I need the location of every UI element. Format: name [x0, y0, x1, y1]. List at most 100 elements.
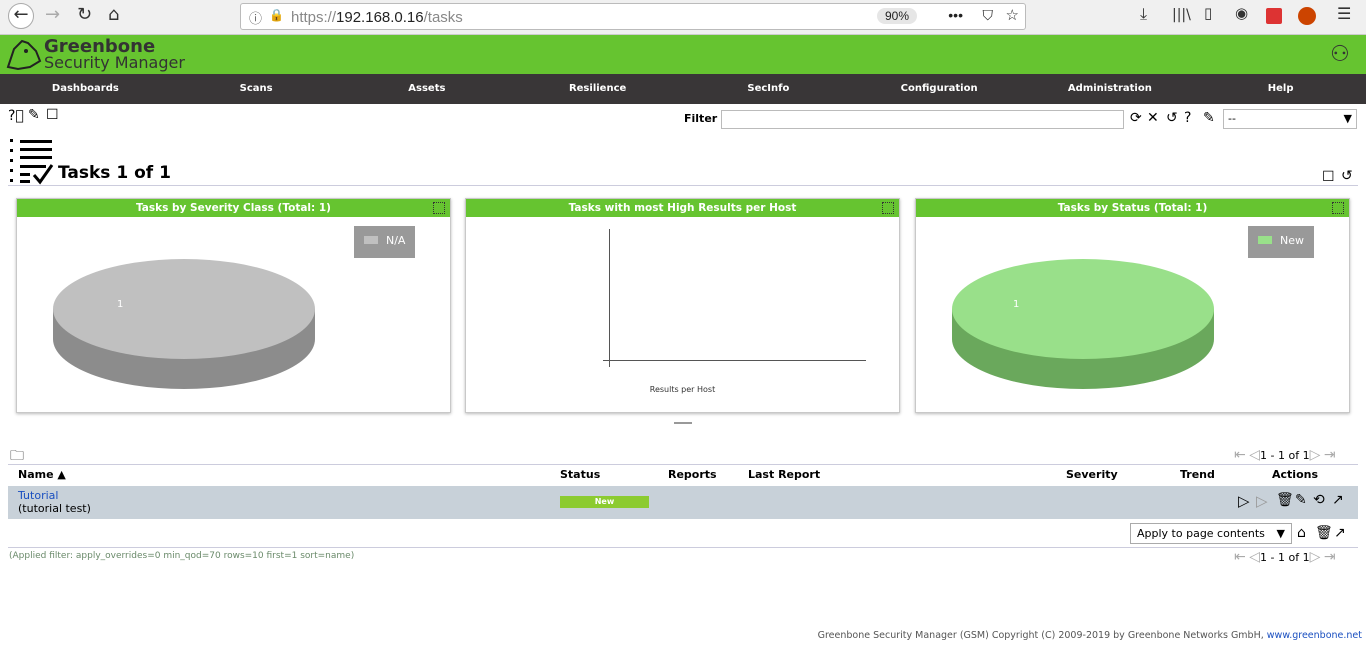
pager-text: 1 - 1 of 1 — [1260, 551, 1310, 564]
chevron-down-icon: ▼ — [1276, 527, 1285, 540]
filter-label: Filter — [684, 112, 718, 125]
legend-label: N/A — [386, 234, 406, 247]
last-page-icon[interactable]: ⇥ — [1324, 549, 1336, 565]
footer-link[interactable]: www.greenbone.net — [1267, 630, 1362, 641]
remove-chart-icon[interactable] — [882, 202, 894, 214]
wizard-icon[interactable]: ✎ — [28, 107, 40, 123]
nav-configuration[interactable]: Configuration — [854, 74, 1025, 104]
chart-status: Tasks by Status (Total: 1) New 1 — [915, 198, 1350, 413]
bookmark-star-icon[interactable]: ☆ — [1006, 6, 1019, 24]
legend-swatch — [1258, 236, 1272, 244]
pie-chart: 1 — [53, 259, 315, 389]
chart-header: Tasks by Status (Total: 1) — [916, 199, 1349, 217]
nav-dashboards[interactable]: Dashboards — [0, 74, 171, 104]
page-actions-icon[interactable]: ••• — [948, 7, 963, 23]
start-icon[interactable]: ▷ — [1238, 492, 1250, 510]
nav-assets[interactable]: Assets — [342, 74, 513, 104]
zoom-level[interactable]: 90% — [876, 8, 917, 24]
applied-filter: (Applied filter: apply_overrides=0 min_q… — [9, 551, 355, 561]
chart-title: Tasks by Status (Total: 1) — [1057, 202, 1208, 214]
slice-label: 1 — [117, 299, 123, 310]
first-page-icon[interactable]: ⇤ — [1234, 549, 1246, 565]
insecure-lock-icon[interactable]: 🔒 — [269, 8, 284, 22]
col-last-report[interactable]: Last Report — [748, 468, 820, 481]
chart-title: Tasks with most High Results per Host — [568, 202, 797, 214]
filter-help-icon[interactable]: ? — [1184, 110, 1191, 126]
next-page-icon[interactable]: ▷ — [1310, 447, 1321, 463]
col-status[interactable]: Status — [560, 468, 600, 481]
clone-icon[interactable]: ⟲ — [1313, 492, 1325, 508]
divider — [8, 547, 1358, 548]
filter-input[interactable] — [721, 110, 1124, 129]
col-trend[interactable]: Trend — [1180, 468, 1215, 481]
clear-filter-icon[interactable]: ✕ — [1147, 110, 1159, 126]
pager-text: 1 - 1 of 1 — [1260, 449, 1310, 462]
library-icon[interactable]: |||\ — [1172, 7, 1191, 23]
divider — [8, 185, 1358, 186]
filter-select-value: -- — [1228, 112, 1236, 125]
home-icon[interactable]: ⌂ — [108, 4, 119, 25]
reset-dashboard-icon[interactable]: ↺ — [1341, 168, 1353, 184]
pie-chart: 1 — [952, 259, 1214, 389]
resize-handle[interactable] — [674, 422, 692, 424]
chart-header: Tasks with most High Results per Host — [466, 199, 899, 217]
reload-icon[interactable]: ↻ — [77, 4, 92, 25]
col-name[interactable]: Name ▲ — [18, 468, 66, 481]
edit-filter-icon[interactable]: ✎ — [1203, 110, 1215, 126]
back-icon[interactable]: ← — [8, 3, 34, 29]
sidebar-icon[interactable]: ▯ — [1204, 4, 1212, 22]
col-severity[interactable]: Severity — [1066, 468, 1118, 481]
nav-resilience[interactable]: Resilience — [512, 74, 683, 104]
user-icon[interactable]: ⚇ — [1330, 42, 1350, 67]
account-icon[interactable]: ◉ — [1235, 4, 1248, 22]
task-name-link[interactable]: Tutorial — [18, 489, 58, 502]
nav-secinfo[interactable]: SecInfo — [683, 74, 854, 104]
filter-select[interactable]: -- ▼ — [1223, 109, 1357, 129]
bulk-export-icon[interactable]: ↗ — [1334, 525, 1346, 541]
nav-help[interactable]: Help — [1195, 74, 1366, 104]
greenbone-logo-icon — [6, 39, 42, 71]
refresh-filter-icon[interactable]: ⟳ — [1130, 110, 1142, 126]
chart-severity-class: Tasks by Severity Class (Total: 1) N/A 1 — [16, 198, 451, 413]
url-path: /tasks — [423, 9, 463, 26]
next-page-icon[interactable]: ▷ — [1310, 549, 1321, 565]
trash-icon[interactable]: 🗑 — [1276, 492, 1294, 508]
remove-chart-icon[interactable] — [1332, 202, 1344, 214]
url-host: 192.168.0.16 — [336, 9, 424, 26]
new-dashboard-icon[interactable]: ☐ — [1322, 169, 1335, 185]
url-bar[interactable]: ⓘ 🔒 https://192.168.0.16/tasks 90% ••• ⛉… — [240, 3, 1026, 30]
info-icon[interactable]: ⓘ — [249, 8, 262, 27]
ublock-icon[interactable] — [1298, 7, 1316, 25]
nav-administration[interactable]: Administration — [1025, 74, 1196, 104]
export-icon[interactable]: ↗ — [1332, 492, 1344, 508]
col-reports[interactable]: Reports — [668, 468, 717, 481]
table-row: Tutorial (tutorial test) New ▷ ▷ 🗑 ✎ ⟲ ↗ — [8, 486, 1358, 519]
tasks-icon — [10, 139, 54, 185]
bulk-action-select[interactable]: Apply to page contents ▼ — [1130, 523, 1292, 544]
extension-icon[interactable] — [1266, 8, 1282, 24]
bulk-trash-icon[interactable]: 🗑 — [1315, 525, 1333, 541]
nav-scans[interactable]: Scans — [171, 74, 342, 104]
pie-slice-na — [53, 259, 315, 359]
forward-icon[interactable]: → — [45, 4, 60, 25]
last-page-icon[interactable]: ⇥ — [1324, 447, 1336, 463]
resume-icon[interactable]: ▷ — [1256, 492, 1268, 510]
pocket-icon[interactable]: ⛉ — [983, 7, 994, 24]
reset-filter-icon[interactable]: ↺ — [1166, 110, 1178, 126]
pie-slice-new — [952, 259, 1214, 359]
remove-chart-icon[interactable] — [433, 202, 445, 214]
legend-label: New — [1280, 234, 1304, 247]
new-task-icon[interactable]: ☐ — [46, 107, 59, 123]
menu-icon[interactable]: ☰ — [1337, 4, 1351, 23]
y-axis — [609, 229, 610, 367]
edit-icon[interactable]: ✎ — [1295, 492, 1307, 508]
chart-header: Tasks by Severity Class (Total: 1) — [17, 199, 450, 217]
download-icon[interactable]: ⤓ — [1140, 4, 1147, 24]
tag-icon[interactable]: ⌂ — [1297, 525, 1306, 541]
prev-page-icon[interactable]: ◁ — [1249, 447, 1260, 463]
chevron-down-icon: ▼ — [1343, 112, 1352, 125]
first-page-icon[interactable]: ⇤ — [1234, 447, 1246, 463]
prev-page-icon[interactable]: ◁ — [1249, 549, 1260, 565]
help-icon[interactable]: ?⃝ — [8, 108, 24, 124]
slice-label: 1 — [1013, 299, 1019, 310]
